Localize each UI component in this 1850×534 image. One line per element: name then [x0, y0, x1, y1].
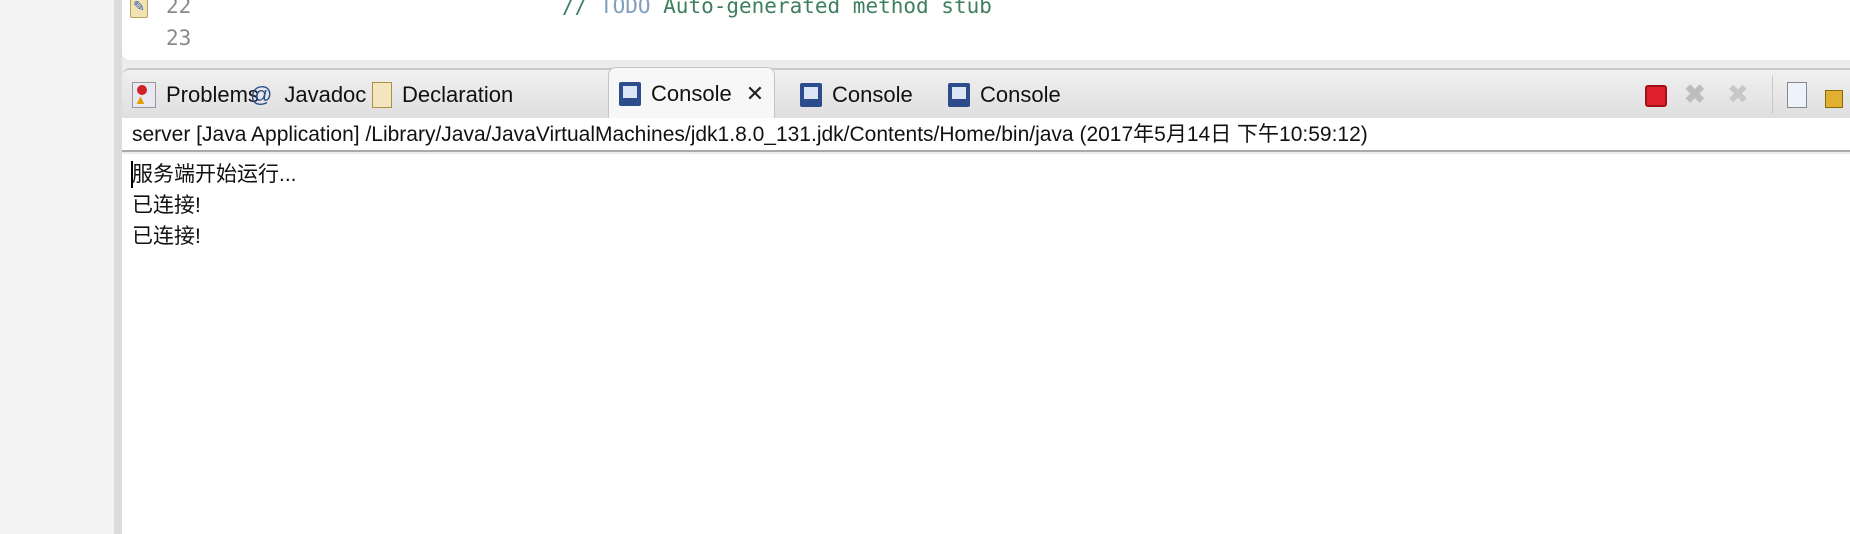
console-process-info: server [Java Application] /Library/Java/… [122, 118, 1850, 152]
terminate-button[interactable] [1645, 85, 1667, 107]
console-icon [619, 82, 641, 106]
tab-label: Declaration [402, 82, 514, 107]
clear-console-button[interactable] [1787, 82, 1807, 108]
problems-icon: ▲ [132, 82, 156, 108]
tab-label: Javadoc [284, 82, 367, 107]
console-line: 服务端开始运行... [132, 163, 297, 186]
left-edge [114, 0, 122, 534]
tab-label: Problems [166, 82, 259, 107]
declaration-icon [372, 82, 392, 108]
code-editor[interactable]: ✎ 22 // TODO Auto-generated method stub … [122, 0, 1850, 60]
tab-console-3[interactable]: Console [948, 70, 1061, 120]
line-number: 23 [166, 26, 192, 50]
tab-javadoc[interactable]: @ Javadoc [250, 70, 366, 120]
comment-prefix: // [562, 0, 600, 18]
console-line: 已连接! [132, 194, 201, 217]
tab-console-2[interactable]: Console [800, 70, 913, 120]
remove-all-terminated-button[interactable]: ✖ [1727, 81, 1751, 107]
todo-tag: TODO [599, 0, 651, 18]
code-comment: // TODO Auto-generated method stub [562, 0, 992, 18]
tab-label: Console [832, 82, 913, 107]
comment-text: Auto-generated method stub [650, 0, 992, 18]
tab-label: Console [980, 82, 1061, 107]
tab-label: Console [651, 81, 732, 106]
view-tab-bar: ▲ Problems @ Javadoc Declaration Console… [122, 67, 1850, 120]
console-icon [948, 83, 970, 107]
tab-declaration[interactable]: Declaration [372, 70, 513, 120]
close-tab-icon[interactable]: ✕ [746, 81, 764, 107]
left-gutter [0, 0, 114, 534]
toolbar-separator [1772, 76, 1773, 114]
console-line: 已连接! [132, 225, 201, 248]
at-icon: @ [250, 82, 273, 107]
tab-problems[interactable]: ▲ Problems [132, 70, 259, 120]
scroll-lock-button[interactable] [1825, 90, 1843, 108]
console-output[interactable]: 服务端开始运行... 已连接! 已连接! [122, 154, 1850, 534]
console-icon [800, 83, 822, 107]
tab-console-active[interactable]: Console ✕ [608, 67, 776, 120]
task-marker-icon[interactable]: ✎ [130, 0, 148, 18]
line-number: 22 [166, 0, 192, 18]
remove-launch-button[interactable]: ✖ [1684, 81, 1708, 107]
